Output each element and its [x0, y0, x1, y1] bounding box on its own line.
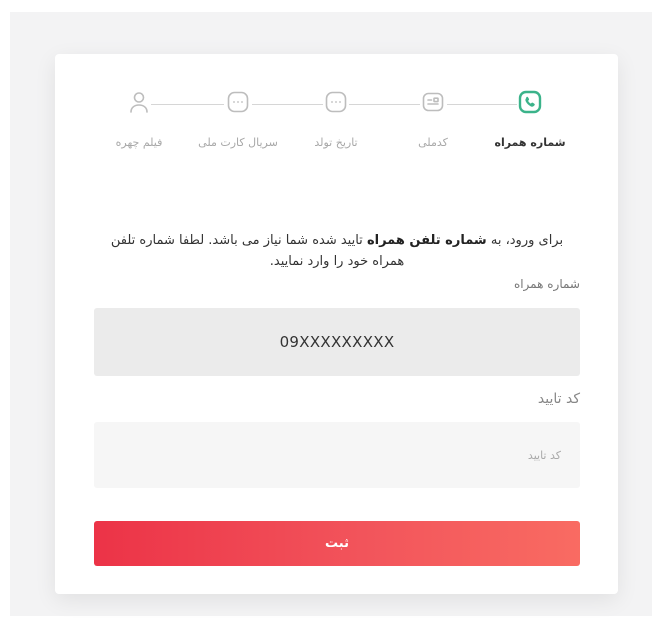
step-label-face-video: فیلم چهره	[115, 136, 163, 149]
user-icon	[127, 90, 151, 114]
progress-stepper: فیلم چهره سریال کارت ملی تاریخ تولد کدمل…	[55, 54, 618, 164]
step-connector	[447, 104, 517, 105]
step-connector	[349, 104, 420, 105]
step-label-birth-date: تاریخ تولد	[314, 136, 358, 149]
phone-field[interactable]: 09XXXXXXXXX	[94, 308, 580, 376]
step-label-national-code: کدملی	[418, 136, 448, 149]
login-card: فیلم چهره سریال کارت ملی تاریخ تولد کدمل…	[55, 54, 618, 594]
step-label-mobile: شماره همراه	[494, 136, 566, 149]
chat-bubble-icon	[324, 90, 348, 114]
phone-label: شماره همراه	[513, 277, 580, 291]
chat-bubble-icon	[226, 90, 250, 114]
step-connector	[151, 104, 224, 105]
submit-button[interactable]: ثبت	[94, 521, 580, 566]
intro-text: تایید شده شما نیاز می باشد. لطفا شماره ت…	[110, 233, 405, 269]
login-instructions: برای ورود، به شماره تلفن همراه تایید شده…	[94, 230, 580, 272]
step-connector	[252, 104, 323, 105]
intro-text: برای ورود، به	[486, 233, 564, 248]
intro-emphasis: شماره تلفن همراه	[366, 233, 487, 248]
id-card-icon	[421, 90, 445, 114]
verification-code-field[interactable]	[94, 422, 580, 488]
verification-code-input[interactable]	[94, 447, 563, 463]
verification-code-label: کد تایید	[537, 391, 580, 407]
phone-value: 09XXXXXXXXX	[279, 333, 395, 351]
phone-icon	[518, 90, 542, 114]
step-label-card-serial: سریال کارت ملی	[198, 136, 278, 149]
